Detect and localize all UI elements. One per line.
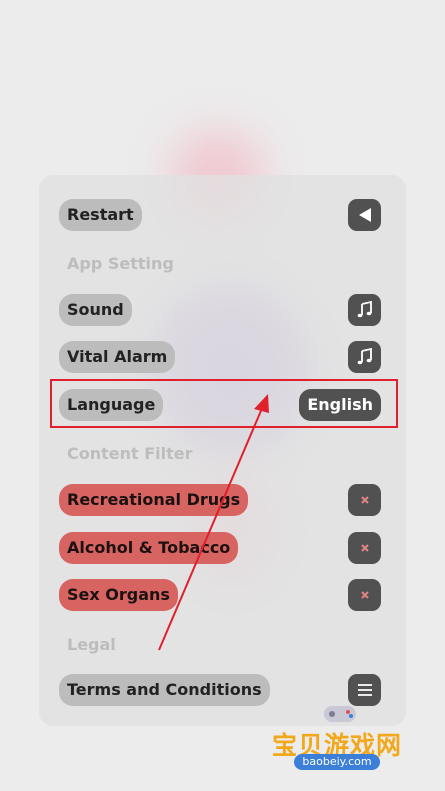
filter-label: Recreational Drugs: [67, 490, 241, 509]
annotation-highlight-box: [50, 379, 398, 428]
filter-label: Sex Organs: [67, 585, 170, 604]
vital-alarm-label: Vital Alarm: [67, 347, 168, 366]
filter-label-pill: Alcohol & Tobacco: [59, 532, 239, 564]
filter-toggle-button[interactable]: [348, 532, 381, 564]
sound-row: Sound: [59, 294, 381, 326]
sound-label: Sound: [67, 300, 124, 319]
section-content-filter: Content Filter: [67, 444, 193, 463]
vital-alarm-row: Vital Alarm: [59, 341, 381, 373]
filter-label-pill: Sex Organs: [59, 579, 178, 611]
close-icon: [360, 544, 369, 552]
gamepad-icon: [324, 706, 356, 722]
watermark-site: baobeiy.com: [294, 754, 380, 770]
filter-row-drugs: Recreational Drugs: [59, 484, 381, 516]
section-app-setting: App Setting: [67, 254, 174, 273]
music-note-icon: [357, 300, 372, 318]
back-button[interactable]: [348, 199, 381, 231]
filter-row-alcohol: Alcohol & Tobacco: [59, 532, 381, 564]
terms-label-pill: Terms and Conditions: [59, 674, 270, 706]
watermark-logo: 宝贝游戏网 baobeiy.com: [272, 700, 412, 780]
restart-row: Restart: [59, 199, 381, 231]
restart-label: Restart: [67, 205, 134, 224]
restart-button[interactable]: Restart: [59, 199, 142, 231]
close-icon: [360, 496, 369, 504]
terms-label: Terms and Conditions: [67, 680, 262, 699]
sound-toggle-button[interactable]: [348, 294, 381, 326]
filter-toggle-button[interactable]: [348, 484, 381, 516]
back-arrow-icon: [358, 208, 371, 222]
close-icon: [360, 591, 369, 599]
music-note-icon: [357, 347, 372, 365]
filter-toggle-button[interactable]: [348, 579, 381, 611]
filter-label-pill: Recreational Drugs: [59, 484, 249, 516]
settings-panel: Restart App Setting Sound Vital Alarm La…: [39, 175, 406, 726]
filter-row-sex-organs: Sex Organs: [59, 579, 381, 611]
menu-icon: [357, 684, 372, 696]
filter-label: Alcohol & Tobacco: [67, 538, 231, 557]
vital-alarm-toggle-button[interactable]: [348, 341, 381, 373]
section-legal: Legal: [67, 635, 116, 654]
sound-label-pill: Sound: [59, 294, 132, 326]
vital-alarm-label-pill: Vital Alarm: [59, 341, 176, 373]
